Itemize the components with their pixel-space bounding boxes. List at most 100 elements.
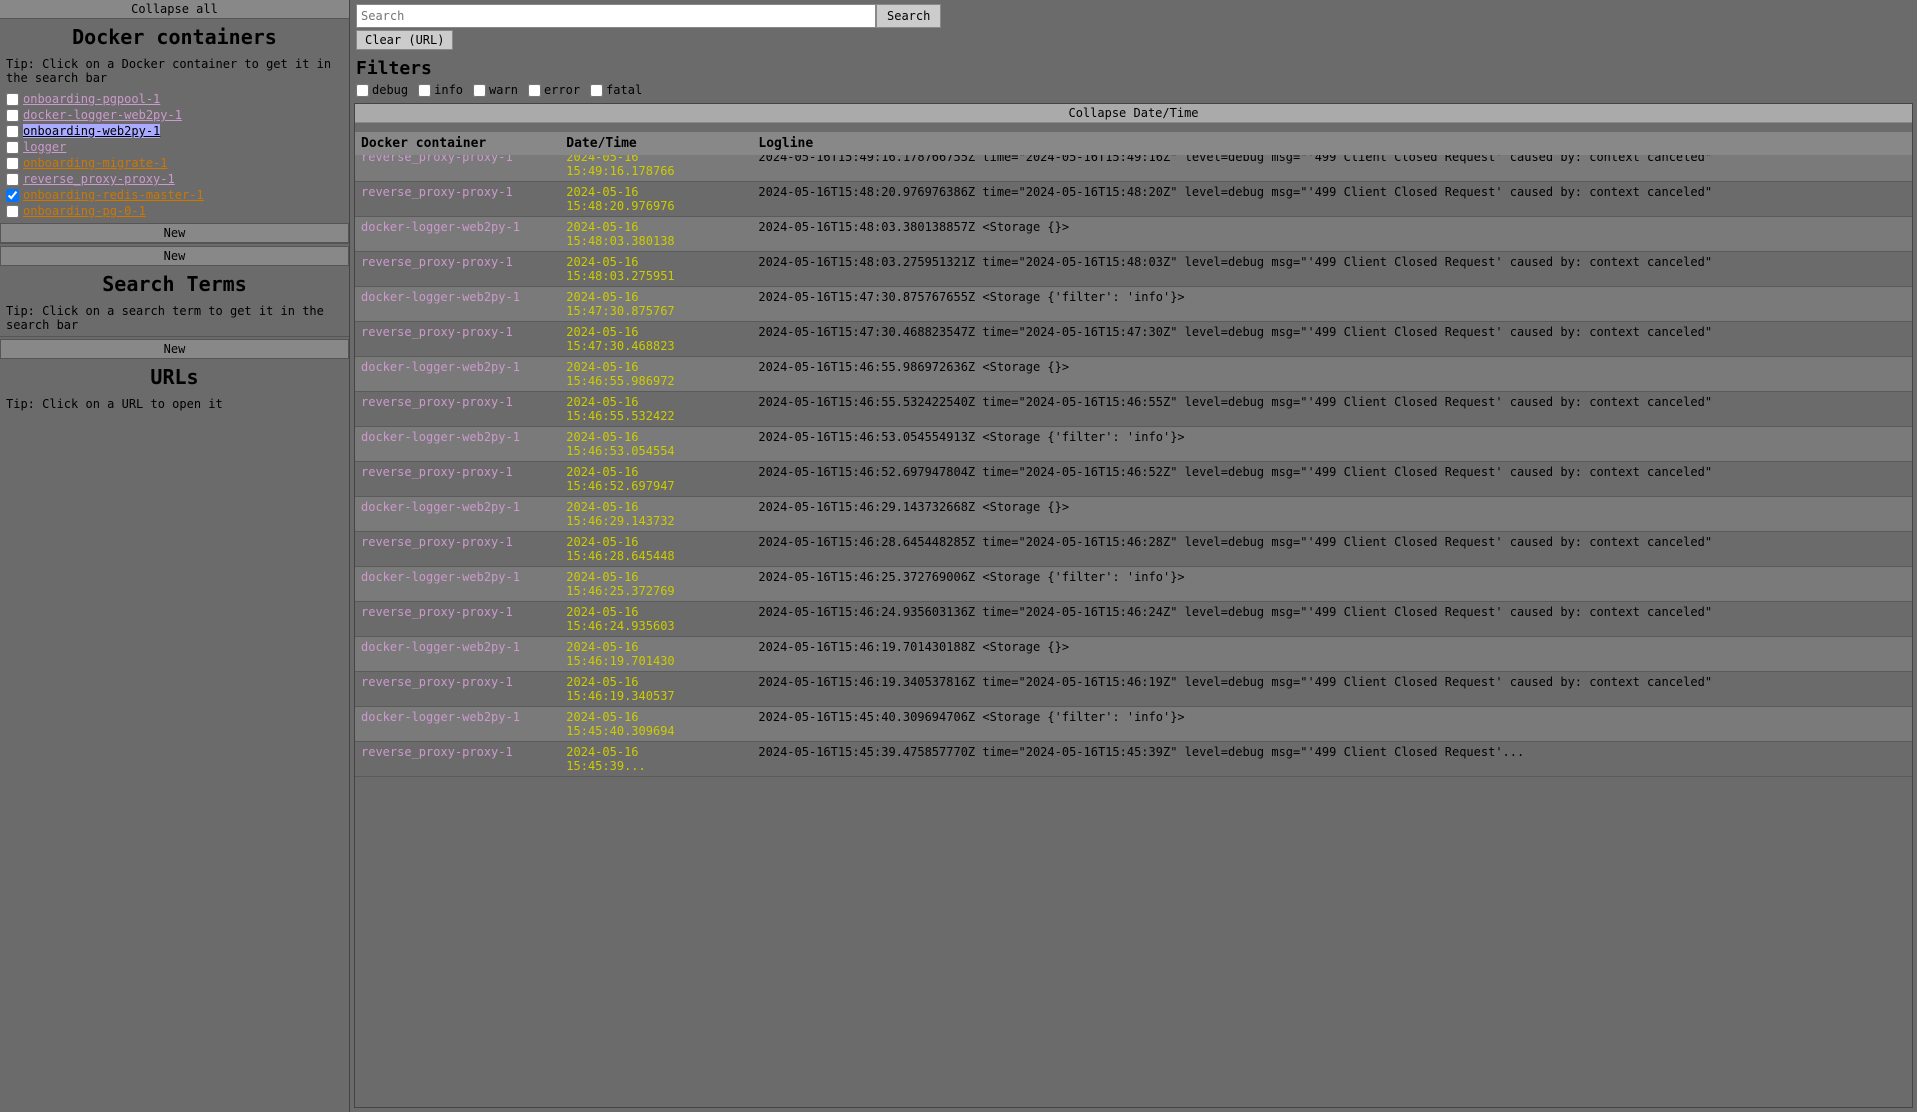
col-datetime: Date/Time: [560, 132, 752, 156]
container-label[interactable]: onboarding-redis-master-1: [23, 188, 204, 202]
container-item[interactable]: docker-logger-web2py-1: [6, 107, 343, 123]
filter-label-fatal: fatal: [606, 83, 642, 97]
cell-datetime: 2024-05-16 15:48:03.275951: [560, 252, 752, 287]
filter-label-warn: warn: [489, 83, 518, 97]
filter-checkbox-error[interactable]: [528, 84, 541, 97]
container-checkbox[interactable]: [6, 125, 19, 138]
cell-container: reverse_proxy-proxy-1: [355, 392, 560, 427]
cell-datetime: 2024-05-16 15:46:19.340537: [560, 672, 752, 707]
container-checkbox[interactable]: [6, 173, 19, 186]
container-checkbox[interactable]: [6, 141, 19, 154]
cell-container: docker-logger-web2py-1: [355, 497, 560, 532]
container-item[interactable]: onboarding-web2py-1: [6, 123, 343, 139]
log-tbody: reverse_proxy-proxy-12024-05-16 15:49:16…: [355, 147, 1912, 777]
container-item[interactable]: onboarding-migrate-1: [6, 155, 343, 171]
container-label[interactable]: onboarding-migrate-1: [23, 156, 168, 170]
cell-container: docker-logger-web2py-1: [355, 637, 560, 672]
container-checkbox[interactable]: [6, 109, 19, 122]
cell-container: docker-logger-web2py-1: [355, 707, 560, 742]
table-row: reverse_proxy-proxy-12024-05-16 15:48:20…: [355, 182, 1912, 217]
docker-tip: Tip: Click on a Docker container to get …: [0, 55, 349, 89]
cell-datetime: 2024-05-16 15:46:53.054554: [560, 427, 752, 462]
col-container: Docker container: [355, 132, 560, 156]
container-checkbox[interactable]: [6, 205, 19, 218]
search-button[interactable]: Search: [876, 4, 941, 28]
log-table: Docker container Date/Time Logline rever…: [355, 123, 1912, 777]
filter-item-error[interactable]: error: [528, 83, 580, 97]
container-item[interactable]: onboarding-pg-0-1: [6, 203, 343, 219]
urls-section: New URLs Tip: Click on a URL to open it: [0, 336, 349, 416]
container-checkbox[interactable]: [6, 93, 19, 106]
table-row: reverse_proxy-proxy-12024-05-16 15:48:03…: [355, 252, 1912, 287]
docker-section: Collapse all Docker containers Tip: Clic…: [0, 0, 349, 243]
filter-label-debug: debug: [372, 83, 408, 97]
container-item[interactable]: reverse_proxy-proxy-1: [6, 171, 343, 187]
container-list: onboarding-pgpool-1 docker-logger-web2py-…: [0, 89, 349, 221]
collapse-date-button[interactable]: Collapse Date/Time: [355, 104, 1912, 123]
cell-datetime: 2024-05-16 15:46:25.372769: [560, 567, 752, 602]
table-row: docker-logger-web2py-12024-05-16 15:46:2…: [355, 567, 1912, 602]
cell-logline: 2024-05-16T15:46:19.701430188Z <Storage …: [752, 637, 1912, 672]
container-label[interactable]: logger: [23, 140, 66, 154]
container-label[interactable]: onboarding-pgpool-1: [23, 92, 160, 106]
container-item[interactable]: logger: [6, 139, 343, 155]
container-checkbox[interactable]: [6, 189, 19, 202]
table-row: docker-logger-web2py-12024-05-16 15:46:1…: [355, 637, 1912, 672]
clear-url-button[interactable]: Clear (URL): [356, 30, 453, 50]
urls-title: URLs: [0, 359, 349, 395]
collapse-all-button[interactable]: Collapse all: [0, 0, 349, 19]
cell-container: docker-logger-web2py-1: [355, 287, 560, 322]
container-label[interactable]: reverse_proxy-proxy-1: [23, 172, 175, 186]
log-section[interactable]: Collapse Date/Time Docker container Date…: [354, 103, 1913, 1108]
filter-label-info: info: [434, 83, 463, 97]
cell-datetime: 2024-05-16 15:46:52.697947: [560, 462, 752, 497]
filter-checkbox-fatal[interactable]: [590, 84, 603, 97]
filter-item-debug[interactable]: debug: [356, 83, 408, 97]
search-terms-section: New Search Terms Tip: Click on a search …: [0, 243, 349, 336]
container-item[interactable]: onboarding-pgpool-1: [6, 91, 343, 107]
table-row: reverse_proxy-proxy-12024-05-16 15:46:24…: [355, 602, 1912, 637]
new-search-term-button[interactable]: New: [0, 246, 349, 266]
cell-datetime: 2024-05-16 15:46:24.935603: [560, 602, 752, 637]
filters-section: Filters debug info warn error fatal: [350, 54, 1917, 103]
left-panel: Collapse all Docker containers Tip: Clic…: [0, 0, 350, 1112]
cell-container: reverse_proxy-proxy-1: [355, 532, 560, 567]
docker-section-title: Docker containers: [0, 19, 349, 55]
filter-label-error: error: [544, 83, 580, 97]
table-row: docker-logger-web2py-12024-05-16 15:47:3…: [355, 287, 1912, 322]
search-bar-row: Search: [350, 0, 1917, 28]
search-input[interactable]: [356, 4, 876, 28]
urls-tip: Tip: Click on a URL to open it: [0, 395, 349, 415]
filter-item-info[interactable]: info: [418, 83, 463, 97]
cell-datetime: 2024-05-16 15:45:40.309694: [560, 707, 752, 742]
new-container-button[interactable]: New: [0, 223, 349, 243]
filter-checkbox-warn[interactable]: [473, 84, 486, 97]
cell-datetime: 2024-05-16 15:46:28.645448: [560, 532, 752, 567]
cell-logline: 2024-05-16T15:45:40.309694706Z <Storage …: [752, 707, 1912, 742]
table-row: reverse_proxy-proxy-12024-05-16 15:45:39…: [355, 742, 1912, 777]
filter-checkbox-info[interactable]: [418, 84, 431, 97]
container-label[interactable]: docker-logger-web2py-1: [23, 108, 182, 122]
container-label[interactable]: onboarding-pg-0-1: [23, 204, 146, 218]
filter-item-fatal[interactable]: fatal: [590, 83, 642, 97]
cell-container: reverse_proxy-proxy-1: [355, 252, 560, 287]
container-label[interactable]: onboarding-web2py-1: [23, 124, 160, 138]
table-row: docker-logger-web2py-12024-05-16 15:46:5…: [355, 357, 1912, 392]
table-row: docker-logger-web2py-12024-05-16 15:46:2…: [355, 497, 1912, 532]
search-terms-title: Search Terms: [0, 266, 349, 302]
cell-datetime: 2024-05-16 15:46:29.143732: [560, 497, 752, 532]
container-item[interactable]: onboarding-redis-master-1: [6, 187, 343, 203]
cell-logline: 2024-05-16T15:46:24.935603136Z time="202…: [752, 602, 1912, 637]
new-url-button[interactable]: New: [0, 339, 349, 359]
search-terms-tip: Tip: Click on a search term to get it in…: [0, 302, 349, 336]
filters-title: Filters: [356, 58, 1911, 79]
cell-container: docker-logger-web2py-1: [355, 427, 560, 462]
table-row: reverse_proxy-proxy-12024-05-16 15:46:55…: [355, 392, 1912, 427]
filter-checkboxes: debug info warn error fatal: [356, 83, 1911, 97]
cell-logline: 2024-05-16T15:47:30.468823547Z time="202…: [752, 322, 1912, 357]
cell-logline: 2024-05-16T15:48:03.380138857Z <Storage …: [752, 217, 1912, 252]
container-checkbox[interactable]: [6, 157, 19, 170]
table-row: docker-logger-web2py-12024-05-16 15:46:5…: [355, 427, 1912, 462]
filter-checkbox-debug[interactable]: [356, 84, 369, 97]
filter-item-warn[interactable]: warn: [473, 83, 518, 97]
